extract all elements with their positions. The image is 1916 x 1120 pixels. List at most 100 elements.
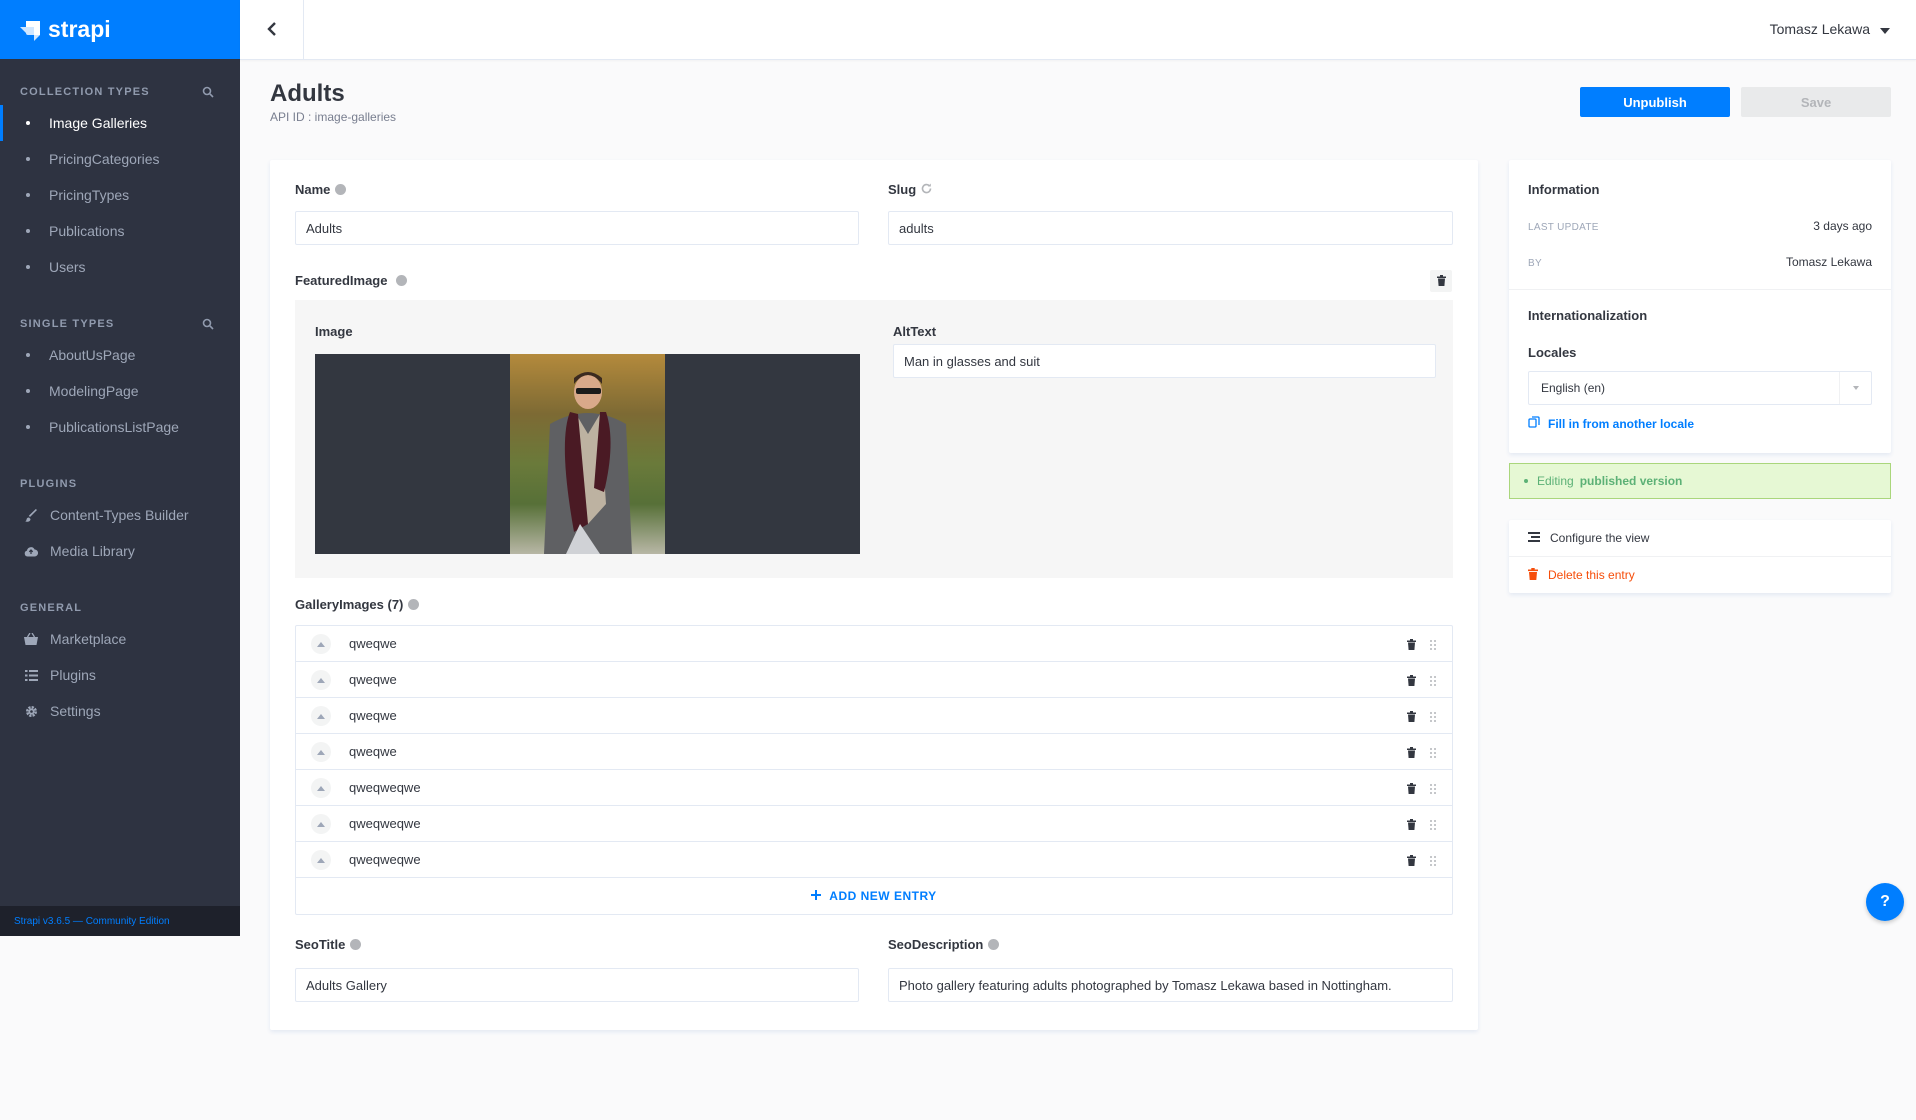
help-button[interactable]: ? bbox=[1866, 883, 1904, 921]
list-item[interactable]: qweqweqwe bbox=[296, 770, 1452, 806]
unpublish-button[interactable]: Unpublish bbox=[1580, 87, 1730, 117]
brush-icon bbox=[24, 508, 38, 522]
featured-image-component: Image AltText Man in glasses and suit bbox=[295, 300, 1453, 578]
drag-handle-icon[interactable] bbox=[1430, 853, 1436, 869]
fill-from-locale-link[interactable]: Fill in from another locale bbox=[1528, 416, 1694, 431]
seo-title-input[interactable]: Adults Gallery bbox=[295, 968, 859, 1002]
list-item-name: qweqweqwe bbox=[349, 816, 421, 831]
info-icon bbox=[408, 599, 420, 610]
list-item[interactable]: qweqwe bbox=[296, 734, 1452, 770]
version-label[interactable]: Strapi v3.6.5 — Community Edition bbox=[0, 906, 240, 936]
caret-up-icon[interactable] bbox=[311, 706, 331, 726]
sidebar-item-about-us-page[interactable]: AboutUsPage bbox=[0, 337, 240, 373]
trash-icon[interactable] bbox=[1407, 817, 1416, 833]
drag-handle-icon[interactable] bbox=[1430, 817, 1436, 833]
caret-up-icon[interactable] bbox=[311, 670, 331, 690]
drag-handle-icon[interactable] bbox=[1430, 709, 1436, 725]
strapi-logo[interactable]: strapi bbox=[0, 0, 240, 59]
sidebar-item-label: Marketplace bbox=[50, 631, 127, 647]
caret-up-icon[interactable] bbox=[311, 778, 331, 798]
sidebar-item-users[interactable]: Users bbox=[0, 249, 240, 285]
seo-description-input[interactable]: Photo gallery featuring adults photograp… bbox=[888, 968, 1453, 1002]
user-name: Tomasz Lekawa bbox=[1769, 21, 1870, 37]
alt-text-input[interactable]: Man in glasses and suit bbox=[893, 344, 1436, 378]
sidebar-item-publications-list-page[interactable]: PublicationsListPage bbox=[0, 409, 240, 445]
sidebar-item-plugins[interactable]: Plugins bbox=[0, 657, 240, 693]
save-button[interactable]: Save bbox=[1741, 87, 1891, 117]
seo-title-label: SeoTitle bbox=[295, 937, 362, 952]
add-new-entry-button[interactable]: ADD NEW ENTRY bbox=[296, 878, 1452, 914]
by-label: BY bbox=[1528, 258, 1542, 269]
delete-entry-button[interactable]: Delete this entry bbox=[1528, 557, 1635, 593]
drag-handle-icon[interactable] bbox=[1430, 745, 1436, 761]
sidebar-item-modeling-page[interactable]: ModelingPage bbox=[0, 373, 240, 409]
info-icon bbox=[350, 939, 362, 950]
list-item[interactable]: qweqweqwe bbox=[296, 806, 1452, 842]
delete-component-button[interactable] bbox=[1430, 270, 1452, 292]
caret-up-icon[interactable] bbox=[311, 850, 331, 870]
single-types-title: SINGLE TYPES bbox=[20, 318, 115, 330]
trash-icon[interactable] bbox=[1407, 673, 1416, 689]
divider bbox=[1509, 289, 1891, 290]
back-button[interactable] bbox=[240, 0, 304, 60]
trash-icon[interactable] bbox=[1407, 637, 1416, 653]
drag-handle-icon[interactable] bbox=[1430, 637, 1436, 653]
plugins-title: PLUGINS bbox=[20, 478, 78, 490]
sidebar-item-settings[interactable]: Settings bbox=[0, 693, 240, 729]
locale-select[interactable]: English (en) bbox=[1528, 371, 1872, 405]
trash-icon[interactable] bbox=[1407, 853, 1416, 869]
last-update-label: LAST UPDATE bbox=[1528, 222, 1599, 233]
caret-down-icon bbox=[1880, 21, 1890, 37]
image-preview[interactable] bbox=[315, 354, 860, 554]
search-icon[interactable] bbox=[202, 318, 214, 330]
trash-icon[interactable] bbox=[1407, 781, 1416, 797]
sidebar-item-pricing-types[interactable]: PricingTypes bbox=[0, 177, 240, 213]
plugins-section: PLUGINS Content-Types Builder Media Libr… bbox=[0, 471, 240, 569]
sidebar-item-marketplace[interactable]: Marketplace bbox=[0, 621, 240, 657]
sidebar-item-media-library[interactable]: Media Library bbox=[0, 533, 240, 569]
sidebar-item-pricing-categories[interactable]: PricingCategories bbox=[0, 141, 240, 177]
sidebar-item-label: PricingCategories bbox=[49, 151, 160, 167]
trash-icon[interactable] bbox=[1407, 745, 1416, 761]
internationalization-title: Internationalization bbox=[1528, 308, 1648, 323]
trash-icon[interactable] bbox=[1407, 709, 1416, 725]
slug-input[interactable]: adults bbox=[888, 211, 1453, 245]
layout-icon bbox=[1528, 531, 1540, 545]
locale-select-value: English (en) bbox=[1541, 381, 1606, 395]
general-section: GENERAL Marketplace Plugins Settings bbox=[0, 595, 240, 729]
refresh-icon[interactable] bbox=[921, 182, 932, 197]
caret-down-icon bbox=[1839, 372, 1871, 404]
collection-types-title: COLLECTION TYPES bbox=[20, 86, 150, 98]
plugins-heading: PLUGINS bbox=[0, 471, 240, 497]
configure-view-button[interactable]: Configure the view bbox=[1528, 520, 1649, 556]
list-item-name: qweqwe bbox=[349, 672, 397, 687]
drag-handle-icon[interactable] bbox=[1430, 673, 1436, 689]
single-types-section: SINGLE TYPES AboutUsPage ModelingPage Pu… bbox=[0, 311, 240, 445]
edit-form: Name Adults Slug adults FeaturedImage Im… bbox=[270, 160, 1478, 1030]
configure-view-label: Configure the view bbox=[1550, 531, 1650, 545]
list-item[interactable]: qweqwe bbox=[296, 626, 1452, 662]
name-input[interactable]: Adults bbox=[295, 211, 859, 245]
sidebar-item-publications[interactable]: Publications bbox=[0, 213, 240, 249]
sidebar-item-label: AboutUsPage bbox=[49, 347, 136, 363]
sidebar-item-content-types-builder[interactable]: Content-Types Builder bbox=[0, 497, 240, 533]
caret-up-icon[interactable] bbox=[311, 814, 331, 834]
list-item[interactable]: qweqwe bbox=[296, 662, 1452, 698]
list-item[interactable]: qweqweqwe bbox=[296, 842, 1452, 878]
list-item[interactable]: qweqwe bbox=[296, 698, 1452, 734]
bullet-icon bbox=[26, 229, 30, 233]
list-item-name: qweqwe bbox=[349, 636, 397, 651]
drag-handle-icon[interactable] bbox=[1430, 781, 1436, 797]
sidebar-item-image-galleries[interactable]: Image Galleries bbox=[0, 105, 240, 141]
user-menu[interactable]: Tomasz Lekawa bbox=[1770, 0, 1890, 58]
brand-name: strapi bbox=[48, 16, 111, 42]
plus-icon bbox=[811, 889, 822, 903]
image-label: Image bbox=[315, 324, 353, 339]
bullet-icon bbox=[26, 353, 30, 357]
caret-up-icon[interactable] bbox=[311, 634, 331, 654]
search-icon[interactable] bbox=[202, 86, 214, 98]
status-version: published version bbox=[1579, 474, 1683, 488]
general-heading: GENERAL bbox=[0, 595, 240, 621]
caret-up-icon[interactable] bbox=[311, 742, 331, 762]
single-types-heading: SINGLE TYPES bbox=[0, 311, 240, 337]
